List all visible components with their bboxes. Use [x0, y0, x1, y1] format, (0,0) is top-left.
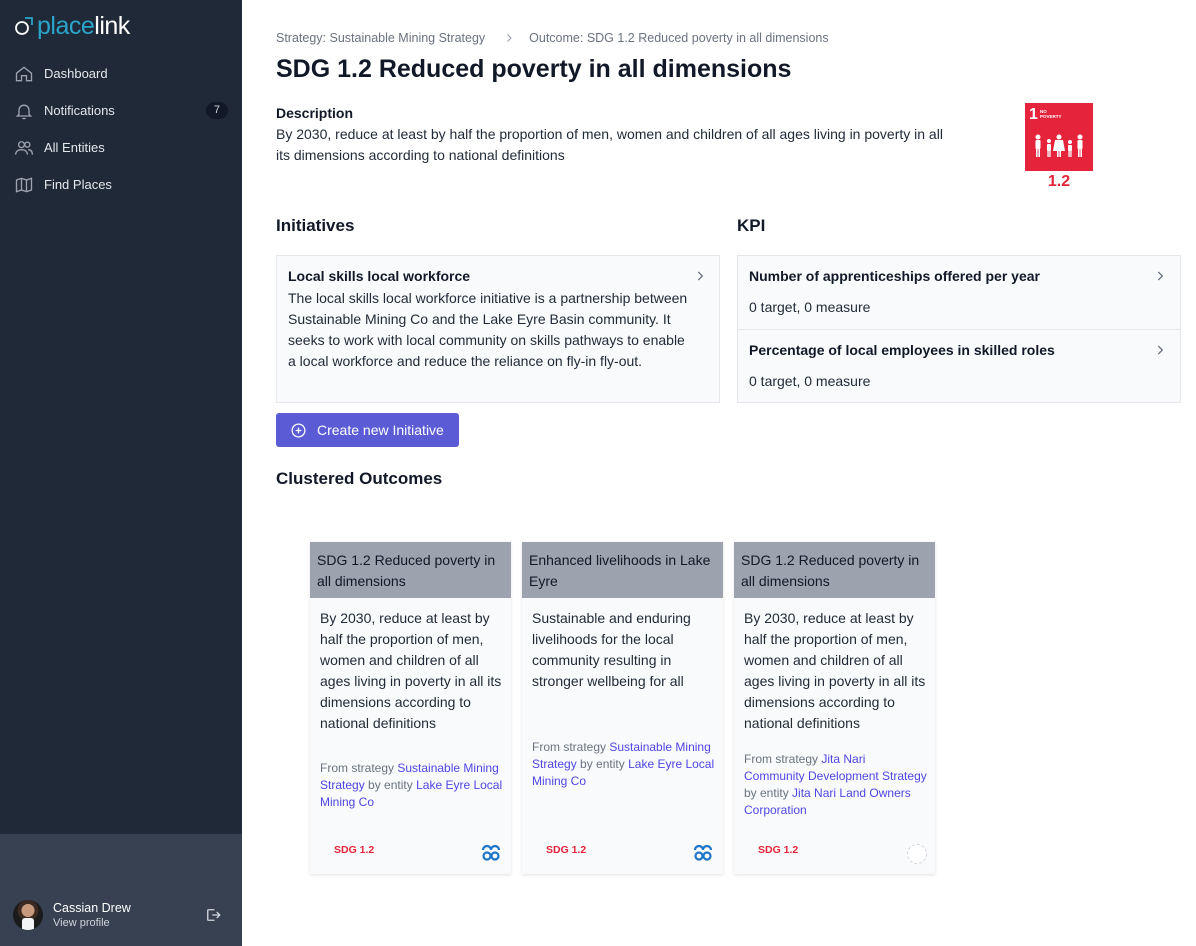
entity-logo-icon — [693, 844, 713, 861]
user-profile-panel: Cassian Drew View profile — [0, 834, 242, 946]
empty-avatar-icon — [907, 844, 927, 864]
sdg-goal-label: NO POVERTY — [1040, 109, 1062, 119]
sdg-goal-number: 1 — [1029, 106, 1038, 123]
sidebar-item-label: Dashboard — [44, 66, 108, 81]
chevron-right-icon — [1157, 271, 1164, 281]
sidebar-item-notifications[interactable]: Notifications 7 — [8, 92, 234, 129]
family-icon — [1035, 134, 1083, 157]
breadcrumb: Strategy: Sustainable Mining Strategy Ou… — [276, 31, 829, 45]
logout-icon[interactable] — [204, 906, 222, 924]
avatar[interactable] — [13, 900, 43, 930]
outcome-source: From strategy Jita Nari Community Develo… — [744, 752, 927, 817]
description-label: Description — [276, 105, 354, 121]
kpi-measure: 0 target, 0 measure — [749, 299, 871, 315]
sidebar-item-dashboard[interactable]: Dashboard — [8, 55, 234, 92]
create-initiative-button[interactable]: Create new Initiative — [276, 413, 459, 447]
outcome-description: Sustainable and enduring livelihoods for… — [532, 610, 691, 689]
chevron-right-icon — [697, 271, 704, 281]
sdg-tag: SDG 1.2 — [546, 844, 587, 856]
kpi-item[interactable]: Number of apprenticeships offered per ye… — [738, 256, 1180, 329]
outcome-description: By 2030, reduce at least by half the pro… — [320, 610, 502, 731]
outcome-source: From strategy Sustainable Mining Strateg… — [320, 761, 503, 809]
description-text: By 2030, reduce at least by half the pro… — [276, 126, 943, 163]
initiative-title: Local skills local workforce — [288, 268, 471, 284]
kpi-title: Number of apprenticeships offered per ye… — [749, 268, 1040, 284]
notification-count-badge: 7 — [205, 102, 228, 119]
sdg-goal-badge: 1 NO POVERTY — [1025, 103, 1093, 171]
entity-logo-icon — [481, 844, 501, 861]
user-name: Cassian Drew — [53, 901, 131, 915]
outcome-source: From strategy Sustainable Mining Strateg… — [532, 740, 715, 788]
home-icon — [15, 65, 33, 81]
create-initiative-label: Create new Initiative — [317, 422, 444, 438]
outcome-title: SDG 1.2 Reduced poverty in all dimension… — [734, 542, 935, 598]
sdg-target-code: 1.2 — [1047, 173, 1071, 190]
page-title: SDG 1.2 Reduced poverty in all dimension… — [276, 55, 792, 83]
breadcrumb-strategy[interactable]: Strategy: Sustainable Mining Strategy — [276, 31, 485, 45]
sidebar-nav: Dashboard Notifications 7 All Entities F… — [8, 55, 234, 203]
kpi-measure: 0 target, 0 measure — [749, 373, 871, 389]
kpi-heading: KPI — [737, 216, 766, 235]
clustered-outcome-card[interactable]: SDG 1.2 Reduced poverty in all dimension… — [734, 542, 935, 874]
logo-text: placelink — [37, 12, 130, 40]
outcome-title: SDG 1.2 Reduced poverty in all dimension… — [310, 542, 511, 598]
sidebar-item-label: All Entities — [44, 140, 105, 155]
initiatives-heading: Initiatives — [276, 216, 355, 235]
initiative-description: The local skills local workforce initiat… — [288, 290, 688, 369]
sidebar-item-all-entities[interactable]: All Entities — [8, 129, 234, 166]
kpi-list: Number of apprenticeships offered per ye… — [737, 255, 1181, 403]
outcome-description: By 2030, reduce at least by half the pro… — [744, 610, 926, 731]
clustered-outcome-card[interactable]: Enhanced livelihoods in Lake Eyre Sustai… — [522, 542, 723, 874]
sidebar-item-find-places[interactable]: Find Places — [8, 166, 234, 203]
sidebar: placelink Dashboard Notifications 7 All … — [0, 0, 242, 946]
placelink-logo[interactable]: placelink — [12, 12, 130, 40]
sdg-tag: SDG 1.2 — [334, 844, 375, 856]
view-profile-link[interactable]: View profile — [53, 917, 110, 929]
users-icon — [15, 140, 33, 155]
kpi-item[interactable]: Percentage of local employees in skilled… — [738, 329, 1180, 402]
sidebar-item-label: Find Places — [44, 177, 112, 192]
plus-circle-icon — [291, 422, 306, 438]
outcome-title: Enhanced livelihoods in Lake Eyre — [522, 542, 723, 598]
logo-mark-icon — [15, 17, 33, 35]
initiative-card[interactable]: Local skills local workforce The local s… — [276, 255, 720, 403]
kpi-title: Percentage of local employees in skilled… — [749, 342, 1055, 358]
clustered-outcomes-heading: Clustered Outcomes — [276, 469, 443, 488]
map-icon — [15, 176, 33, 193]
chevron-right-icon — [507, 34, 512, 42]
sdg-tag: SDG 1.2 — [758, 844, 799, 856]
sidebar-item-label: Notifications — [44, 103, 115, 118]
breadcrumb-outcome[interactable]: Outcome: SDG 1.2 Reduced poverty in all … — [529, 31, 828, 45]
clustered-outcome-card[interactable]: SDG 1.2 Reduced poverty in all dimension… — [310, 542, 511, 874]
chevron-right-icon — [1157, 345, 1164, 355]
bell-icon — [15, 104, 33, 119]
